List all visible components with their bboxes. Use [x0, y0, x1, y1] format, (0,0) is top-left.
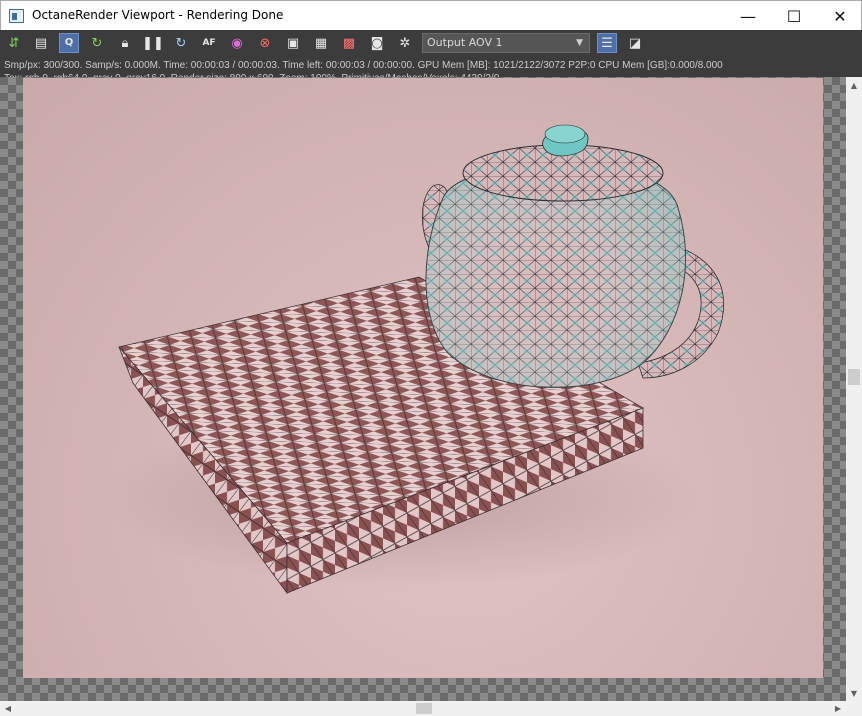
render-viewport[interactable] [0, 77, 846, 701]
copy-clipboard-icon[interactable]: ▤ [31, 33, 51, 53]
rendered-scene [103, 124, 725, 595]
vertical-scroll-thumb[interactable] [848, 369, 860, 385]
teapot-knob-top [544, 124, 586, 144]
settings-icon[interactable]: ✲ [395, 33, 415, 53]
image-window-icon[interactable]: ◪ [625, 33, 645, 53]
scroll-left-icon[interactable]: ◀ [0, 701, 16, 716]
horizontal-scroll-thumb[interactable] [416, 703, 432, 714]
recenter-view-icon[interactable]: ⇵ [4, 33, 24, 53]
scroll-up-icon[interactable]: ▲ [846, 77, 862, 93]
scroll-down-icon[interactable]: ▼ [846, 685, 862, 701]
info-panel-icon[interactable]: ☰ [597, 33, 617, 53]
maximize-button[interactable]: ☐ [771, 1, 817, 31]
viewport-toolbar: ⇵ ▤ Q ↻ 🔒︎ ❚❚ ↻ AF ◉ ⊗ ▣ ▦ ▩ ◙ ✲ Output … [0, 30, 862, 58]
app-window-icon [9, 9, 24, 23]
title-bar: OctaneRender Viewport - Rendering Done —… [0, 0, 862, 30]
scrollbar-corner [846, 701, 862, 716]
film-region-icon[interactable]: ▦ [311, 33, 331, 53]
scroll-right-icon[interactable]: ▶ [830, 701, 846, 716]
output-aov-select[interactable]: Output AOV 1 ▼ [422, 33, 590, 53]
render-image [23, 78, 823, 678]
render-stats-line-1: Smp/px: 300/300. Samp/s: 0.000M. Time: 0… [4, 60, 723, 71]
region-render-icon[interactable]: ▣ [283, 33, 303, 53]
restart-render-icon[interactable]: ↻ [171, 33, 191, 53]
window-title: OctaneRender Viewport - Rendering Done [32, 8, 284, 22]
horizontal-scrollbar[interactable]: ◀ ▶ [0, 701, 846, 716]
save-render-icon[interactable]: ▩ [339, 33, 359, 53]
snapshot-icon[interactable]: ◙ [367, 33, 387, 53]
color-picker-icon[interactable]: ◉ [227, 33, 247, 53]
output-aov-value: Output AOV 1 [427, 36, 503, 49]
refresh-scene-icon[interactable]: ↻ [87, 33, 107, 53]
minimize-button[interactable]: — [725, 1, 771, 31]
viewport-panel: ⇵ ▤ Q ↻ 🔒︎ ❚❚ ↻ AF ◉ ⊗ ▣ ▦ ▩ ◙ ✲ Output … [0, 30, 862, 716]
lock-viewport-icon[interactable]: 🔒︎ [115, 33, 135, 53]
pause-render-icon[interactable]: ❚❚ [142, 33, 164, 53]
chevron-down-icon: ▼ [576, 38, 583, 48]
vertical-scrollbar[interactable]: ▲ ▼ [846, 77, 862, 701]
close-button[interactable]: ✕ [817, 1, 862, 31]
white-balance-icon[interactable]: ⊗ [255, 33, 275, 53]
quick-mode-icon[interactable]: Q [59, 33, 79, 53]
af-focus-icon[interactable]: AF [199, 33, 219, 53]
